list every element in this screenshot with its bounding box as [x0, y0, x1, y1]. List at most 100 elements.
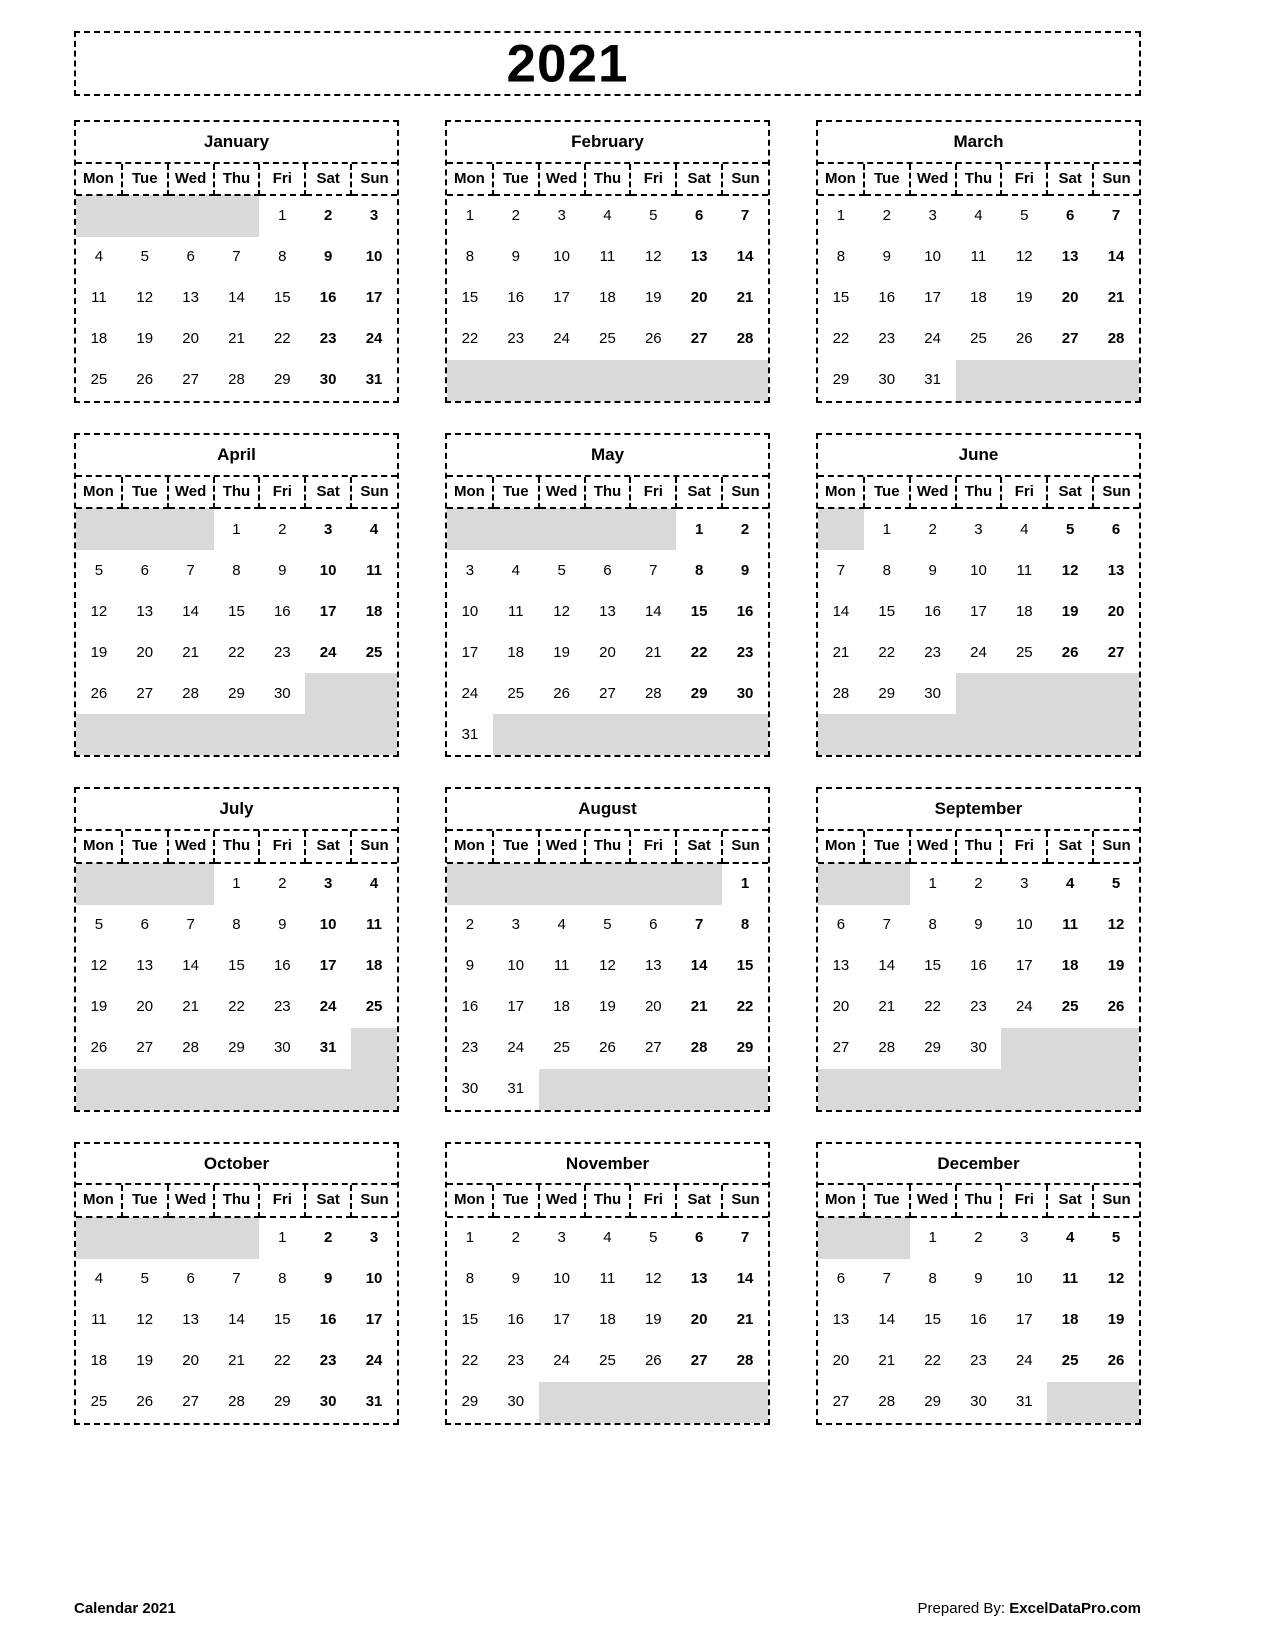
weekday-header-row: Mon Tue Wed Thu Fri Sat Sun	[447, 163, 768, 197]
day-cell: 4	[603, 1229, 612, 1246]
weekend-day-cell: 18	[365, 956, 383, 974]
week-row: 19 20 21 22 23 24 25	[76, 632, 397, 673]
day-cell: 5	[140, 248, 149, 266]
weekday-header-thu: Thu	[584, 831, 632, 864]
empty-day-cell	[121, 862, 168, 905]
week-row: 7 8 9 10 11 12 13	[818, 550, 1139, 591]
weekend-day-cell: 28	[736, 330, 754, 348]
empty-day-cell	[909, 714, 956, 756]
day-cell: 12	[90, 602, 108, 620]
day-cell: 26	[136, 1393, 154, 1410]
day-cell: 19	[599, 997, 616, 1015]
month-block: October Mon Tue Wed Thu Fri Sat Sun 1 2 3 4 5 6 7 8 9 10 1…	[74, 1141, 399, 1425]
day-cell: 19	[644, 289, 662, 307]
weekday-header-fri: Fri	[259, 1185, 307, 1218]
day-cell: 25	[1015, 643, 1033, 661]
month-table: Mon Tue Wed Thu Fri Sat Sun 1 2 3 4 5 6 7 8 9 10 11 12 13 14…	[76, 831, 397, 1110]
day-cell: 29	[832, 371, 850, 389]
week-row: 20 21 22 23 24 25 26	[818, 1341, 1139, 1382]
day-cell: 24	[553, 330, 570, 348]
month-name: November	[447, 1144, 768, 1186]
empty-day-cell	[76, 195, 122, 238]
day-cell: 17	[970, 602, 987, 620]
day-cell: 21	[644, 643, 662, 661]
weekend-day-cell: 5	[1111, 1229, 1121, 1246]
day-cell: 3	[974, 520, 983, 538]
week-row: 17 18 19 20 21 22 23	[447, 632, 768, 673]
day-cell: 17	[553, 289, 570, 307]
empty-day-cell	[121, 1216, 168, 1259]
day-cell: 19	[136, 330, 154, 348]
day-cell: 28	[228, 1393, 245, 1410]
day-cell: 23	[924, 643, 941, 661]
weekday-header-thu: Thu	[213, 831, 261, 864]
weekend-day-cell: 2	[740, 520, 750, 538]
empty-day-cell	[167, 1068, 214, 1110]
day-cell: 16	[507, 1311, 525, 1328]
weekend-day-cell: 11	[366, 915, 382, 933]
weekend-day-cell: 24	[319, 997, 337, 1015]
weekday-header-fri: Fri	[259, 476, 307, 510]
day-cell: 4	[94, 1270, 104, 1287]
week-row: 21 22 23 24 25 26 27	[818, 632, 1139, 673]
weekday-header-row: Mon Tue Wed Thu Fri Sat Sun	[76, 1185, 397, 1218]
day-cell: 12	[553, 602, 570, 620]
weekday-header-sun: Sun	[1093, 1185, 1139, 1218]
weekday-header-tue: Tue	[121, 831, 169, 864]
week-row: 12	[447, 508, 768, 551]
weekend-day-cell: 27	[690, 1352, 708, 1369]
day-cell: 23	[507, 1352, 525, 1369]
week-row: 5 6 7 8 9 10 11	[76, 550, 397, 591]
weekend-day-cell: 17	[319, 602, 337, 620]
weekday-header-mon: Mon	[818, 476, 865, 510]
weekday-header-thu: Thu	[955, 831, 1003, 864]
day-cell: 7	[882, 915, 891, 933]
weekday-header-mon: Mon	[76, 1185, 123, 1218]
week-row: 26 27 28 29 30 31	[76, 1027, 397, 1069]
empty-day-cell	[955, 360, 1002, 402]
day-cell: 9	[928, 561, 937, 579]
weekend-day-cell: 13	[1061, 248, 1079, 266]
day-cell: 8	[232, 561, 241, 579]
empty-day-cell	[722, 1068, 768, 1110]
month-name: December	[818, 1144, 1139, 1186]
weekend-day-cell: 2	[323, 207, 333, 225]
day-cell: 24	[1015, 1352, 1033, 1369]
week-row: 13 14 15 16 17 18 19	[818, 1300, 1139, 1341]
month-block: July Mon Tue Wed Thu Fri Sat Sun 1 2 3 4 5 6 7 8 9 10 11 12…	[74, 787, 399, 1112]
footer-credit-prefix: Prepared By:	[917, 1600, 1010, 1617]
empty-day-cell	[121, 714, 168, 756]
weekend-day-cell: 20	[1107, 602, 1125, 620]
day-cell: 25	[553, 1038, 570, 1056]
weekend-day-cell: 9	[740, 561, 750, 579]
weekday-header-tue: Tue	[121, 163, 169, 197]
empty-day-cell	[676, 360, 723, 402]
month-block: May Mon Tue Wed Thu Fri Sat Sun 1 2 3 4 5 6 7 8 9 10 11 12 1…	[445, 433, 770, 758]
empty-day-cell	[818, 1216, 864, 1259]
day-cell: 2	[882, 207, 891, 225]
month-block: November Mon Tue Wed Thu Fri Sat Sun 1 2 3 4 5 6 7 8 9 10…	[445, 1141, 770, 1425]
day-cell: 12	[1015, 248, 1033, 266]
day-cell: 20	[599, 643, 616, 661]
weekday-header-fri: Fri	[630, 476, 678, 510]
empty-day-cell	[630, 1068, 677, 1110]
weekday-header-row: Mon Tue Wed Thu Fri Sat Sun	[818, 831, 1139, 864]
day-cell: 13	[182, 1311, 199, 1328]
day-cell: 4	[557, 915, 566, 933]
weekday-header-wed: Wed	[909, 163, 957, 197]
week-row: 19 20 21 22 23 24 25	[76, 987, 397, 1028]
weekend-day-cell: 15	[690, 602, 708, 620]
empty-day-cell	[167, 1216, 214, 1259]
day-cell: 31	[1015, 1393, 1033, 1410]
day-cell: 18	[1015, 602, 1033, 620]
weekday-header-mon: Mon	[76, 476, 123, 510]
day-cell: 11	[1016, 561, 1033, 579]
day-cell: 13	[136, 956, 154, 974]
weekend-day-cell: 7	[740, 1229, 750, 1246]
weekend-day-cell: 5	[1111, 874, 1121, 892]
day-cell: 17	[1015, 1311, 1033, 1328]
day-cell: 29	[228, 1038, 245, 1056]
day-cell: 27	[136, 1038, 154, 1056]
footer-left-label: Calendar 2021	[74, 1600, 176, 1617]
day-cell: 22	[461, 1352, 479, 1369]
